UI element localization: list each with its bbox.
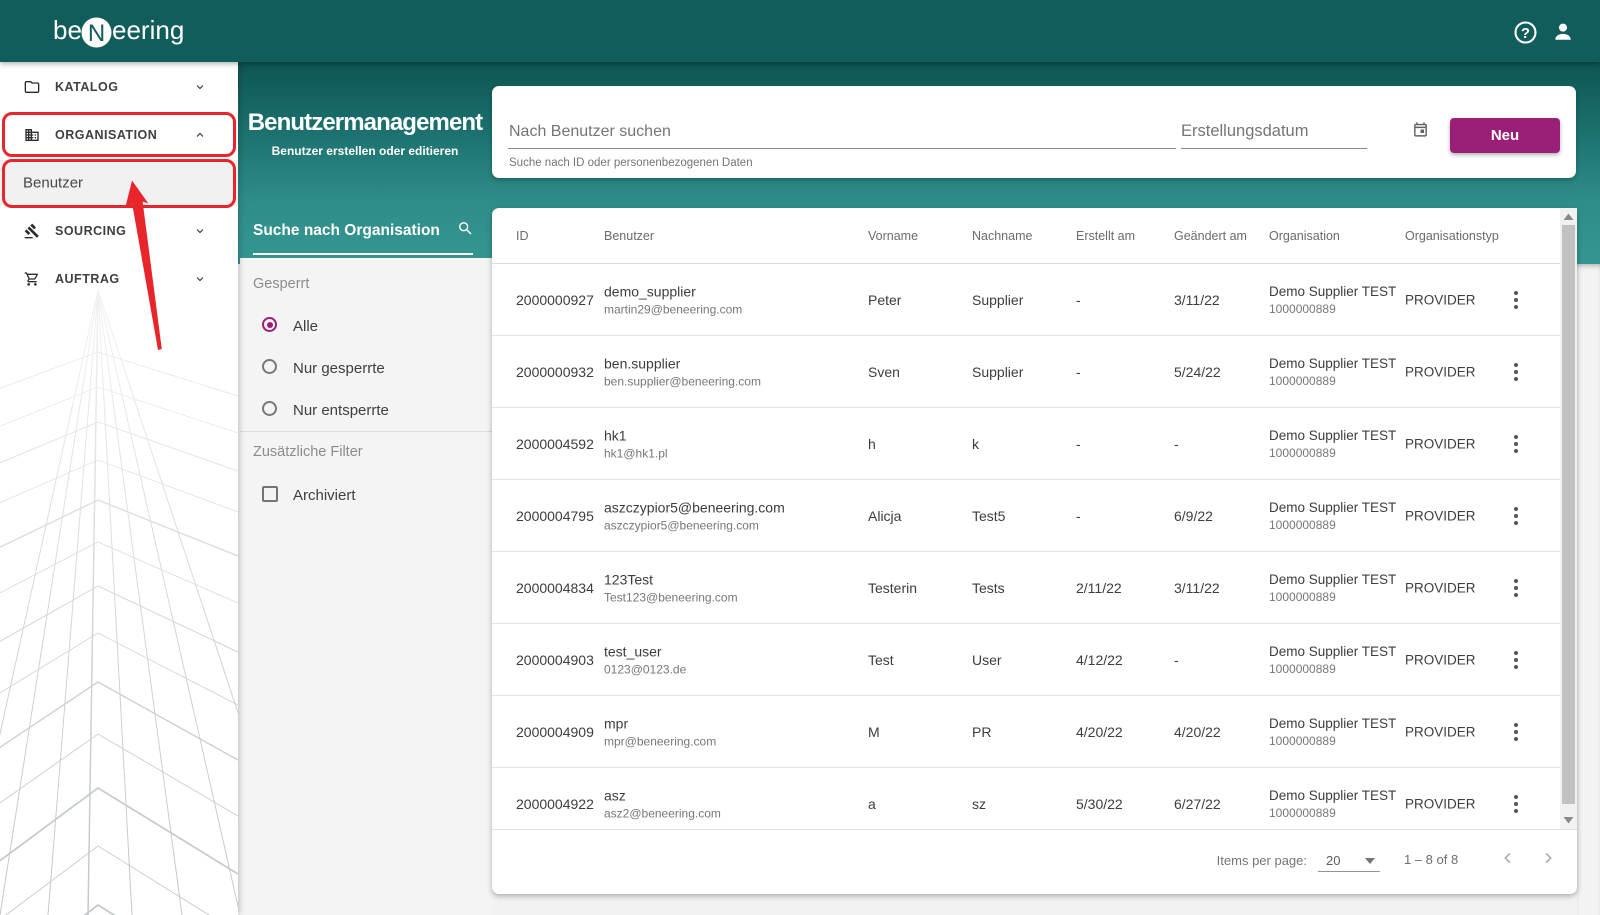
svg-text:?: ?	[1521, 25, 1530, 42]
svg-text:N: N	[88, 20, 105, 47]
